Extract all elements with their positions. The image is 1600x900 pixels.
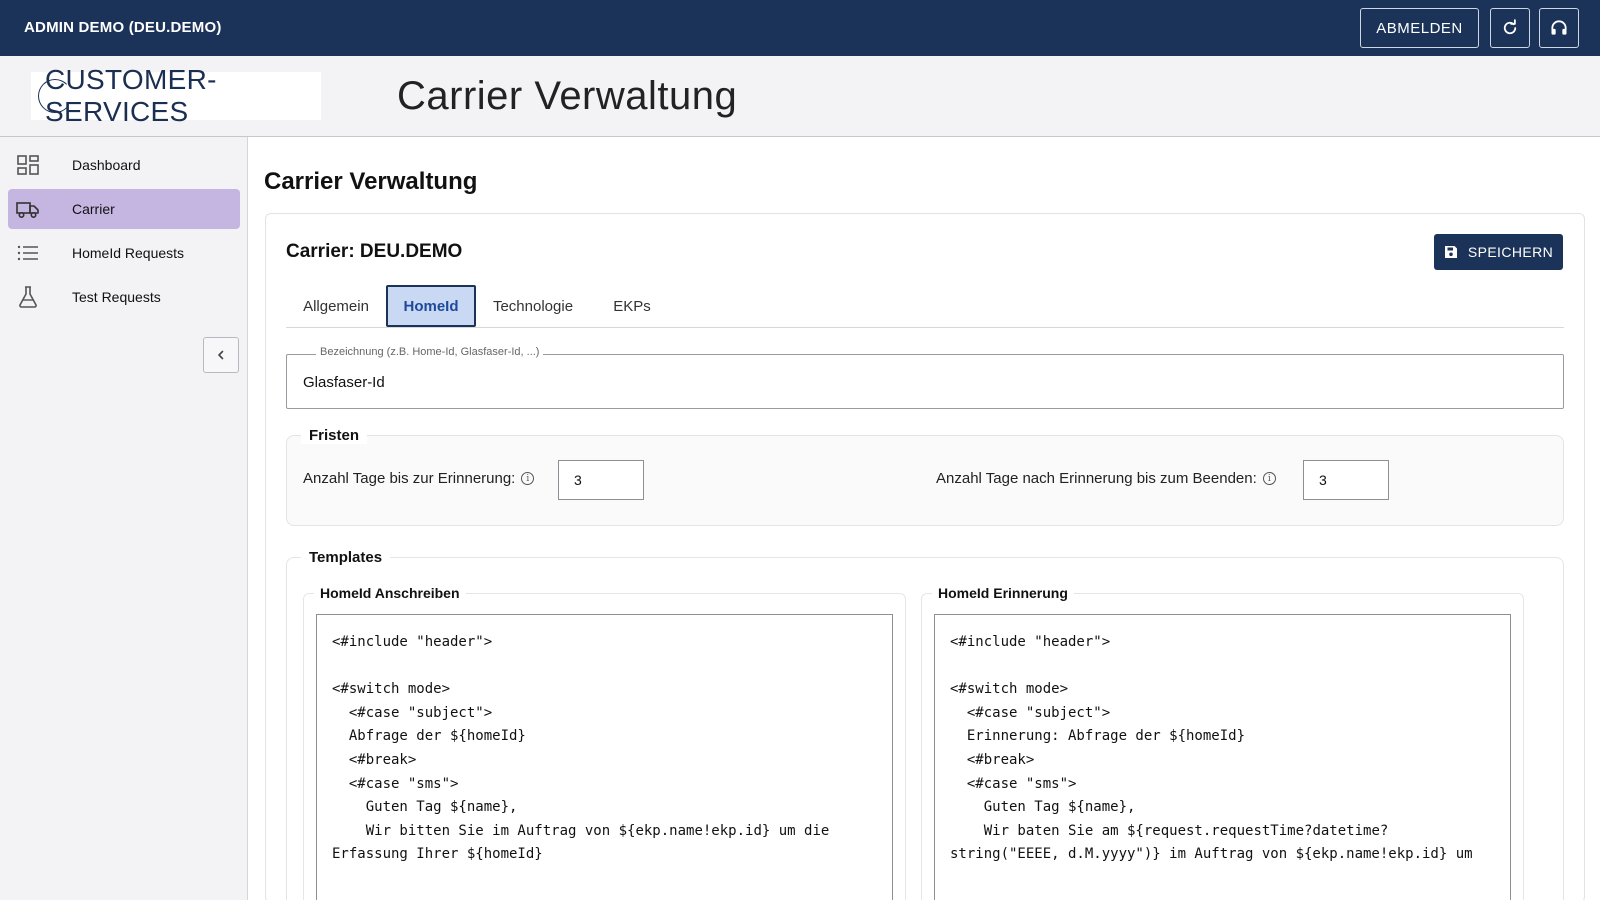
logout-button[interactable]: ABMELDEN [1360, 8, 1479, 48]
tab-bar: Allgemein HomeId Technologie EKPs [286, 284, 1564, 328]
save-label: SPEICHERN [1467, 244, 1554, 260]
carrier-title: Carrier: DEU.DEMO [286, 241, 463, 262]
homeid-erinnerung-code: <#include "header"> <#switch mode> <#cas… [950, 634, 1473, 863]
refresh-icon [1503, 19, 1517, 35]
homeid-anschreiben-panel: HomeId Anschreiben <#include "header"> <… [303, 585, 906, 900]
fristen-title: Fristen [301, 427, 368, 444]
fristen-group: Fristen Anzahl Tage bis zur Erinnerung: … [286, 427, 1564, 526]
sidebar-item-label: Dashboard [72, 157, 141, 173]
bezeichnung-input[interactable]: Glasfaser-Id [303, 374, 385, 391]
chevron-left-icon [218, 350, 224, 360]
reminder-days-input[interactable]: 3 [558, 460, 644, 500]
bezeichnung-field[interactable]: Bezeichnung (z.B. Home-Id, Glasfaser-Id,… [286, 346, 1564, 409]
templates-group: Templates HomeId Anschreiben <#include "… [286, 549, 1564, 900]
save-icon [1444, 246, 1457, 258]
sidebar-item-dashboard[interactable]: Dashboard [8, 145, 240, 185]
refresh-button[interactable] [1490, 8, 1530, 48]
homeid-anschreiben-editor[interactable]: <#include "header"> <#switch mode> <#cas… [316, 614, 893, 900]
tab-technologie[interactable]: Technologie [476, 285, 590, 327]
bezeichnung-label: Bezeichnung (z.B. Home-Id, Glasfaser-Id,… [316, 346, 544, 358]
sidebar-item-carrier[interactable]: Carrier [8, 189, 240, 229]
end-days-text: Anzahl Tage nach Erinnerung bis zum Been… [936, 470, 1257, 487]
info-icon[interactable]: i [1262, 472, 1276, 485]
homeid-erinnerung-panel: HomeId Erinnerung <#include "header"> <#… [921, 585, 1524, 900]
sidebar-item-label: Carrier [72, 201, 115, 217]
homeid-anschreiben-code: <#include "header"> <#switch mode> <#cas… [332, 634, 830, 863]
sidebar-item-test-requests[interactable]: Test Requests [8, 277, 240, 317]
end-days-label: Anzahl Tage nach Erinnerung bis zum Been… [936, 470, 1276, 487]
homeid-erinnerung-title: HomeId Erinnerung [932, 585, 1074, 601]
tab-homeid[interactable]: HomeId [386, 285, 476, 327]
truck-icon [16, 202, 39, 219]
headset-icon [1551, 20, 1567, 35]
flask-icon [19, 286, 37, 308]
templates-title: Templates [301, 549, 391, 566]
info-icon[interactable]: i [521, 472, 535, 485]
carrier-card: Carrier: DEU.DEMO SPEICHERN Allgemein Ho… [265, 213, 1585, 900]
homeid-anschreiben-title: HomeId Anschreiben [314, 585, 466, 601]
list-icon [17, 245, 38, 261]
logo-text: CUSTOMER-SERVICES [45, 64, 217, 127]
page-title: Carrier Verwaltung [397, 74, 738, 118]
sidebar-item-label: HomeId Requests [72, 245, 185, 261]
main-content: Carrier Verwaltung Carrier: DEU.DEMO SPE… [249, 152, 1600, 900]
sidebar-item-label: Test Requests [72, 289, 161, 305]
homeid-erinnerung-editor[interactable]: <#include "header"> <#switch mode> <#cas… [934, 614, 1511, 900]
tab-ekps[interactable]: EKPs [590, 285, 674, 327]
support-button[interactable] [1539, 8, 1579, 48]
end-days-input[interactable]: 3 [1303, 460, 1389, 500]
header: CUSTOMER-SERVICES Carrier Verwaltung [0, 56, 1600, 137]
save-button[interactable]: SPEICHERN [1434, 234, 1563, 270]
top-bar: ADMIN DEMO (DEU.DEMO) ABMELDEN [0, 0, 1600, 56]
dashboard-icon [17, 155, 39, 175]
section-title: Carrier Verwaltung [264, 168, 478, 195]
reminder-days-text: Anzahl Tage bis zur Erinnerung: [303, 470, 516, 487]
current-user-label: ADMIN DEMO (DEU.DEMO) [24, 19, 222, 36]
collapse-sidebar-button[interactable] [203, 337, 239, 373]
company-logo: CUSTOMER-SERVICES [31, 64, 321, 127]
sidebar-item-homeid-requests[interactable]: HomeId Requests [8, 233, 240, 273]
reminder-days-label: Anzahl Tage bis zur Erinnerung: i [303, 470, 535, 487]
sidebar: Dashboard Carrier HomeId Requests Test R… [0, 137, 248, 900]
tab-allgemein[interactable]: Allgemein [286, 285, 386, 327]
